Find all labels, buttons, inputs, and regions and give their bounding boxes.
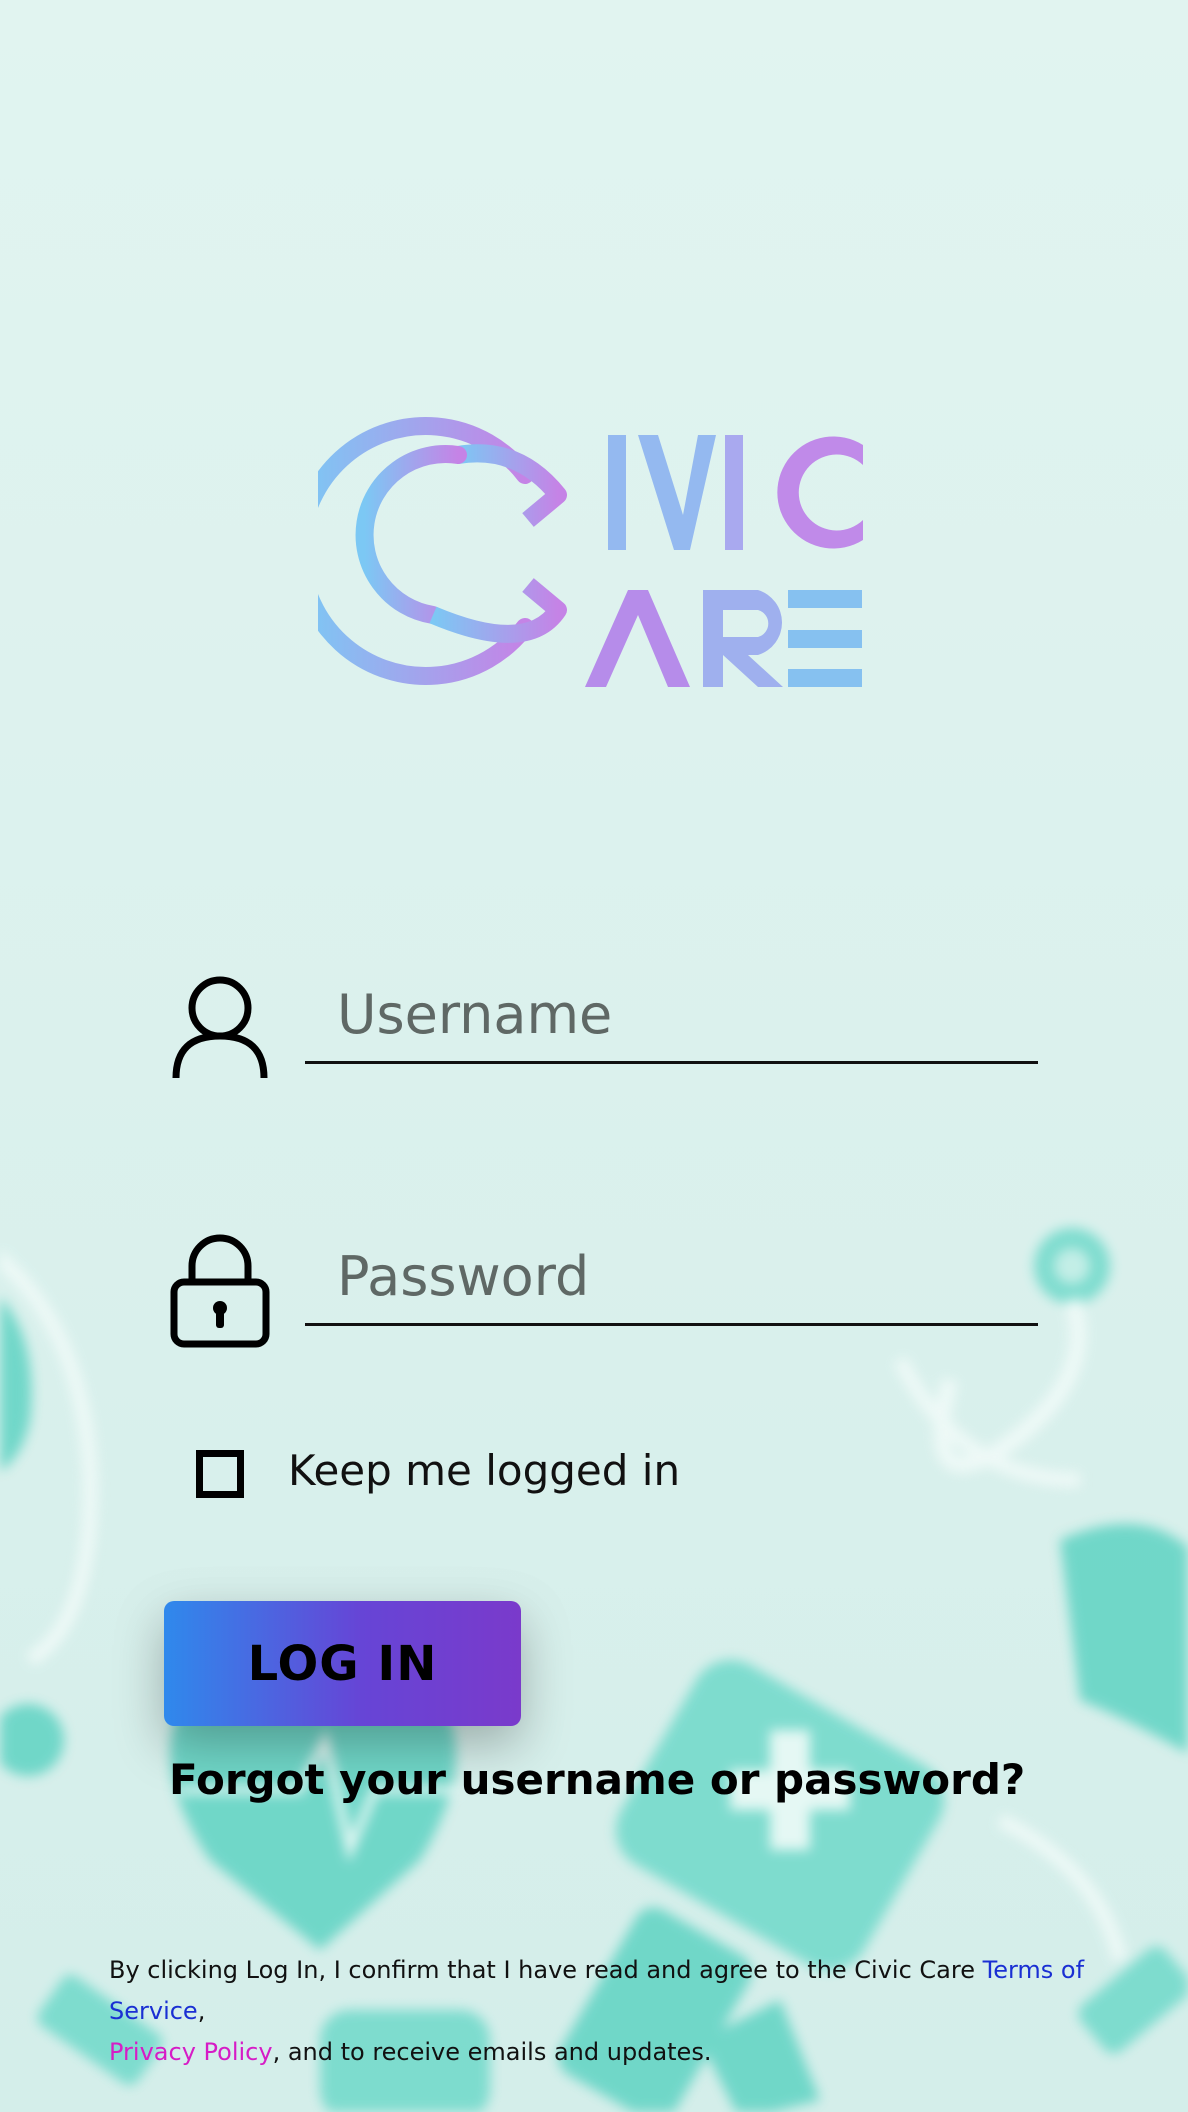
civic-care-logo <box>291 415 870 689</box>
password-input[interactable] <box>305 1230 1038 1326</box>
forgot-credentials-link[interactable]: Forgot your username or password? <box>169 1750 1025 1810</box>
legal-suffix: , and to receive emails and updates. <box>272 2038 712 2066</box>
lock-icon <box>170 1230 270 1348</box>
privacy-policy-link[interactable]: Privacy Policy <box>109 2038 273 2066</box>
login-button[interactable]: LOG IN <box>164 1601 521 1726</box>
user-icon <box>170 972 270 1082</box>
keep-logged-in-checkbox[interactable] <box>196 1450 244 1498</box>
civic-care-logo-graphic <box>291 417 863 687</box>
legal-prefix: By clicking Log In, I confirm that I hav… <box>109 1956 983 1984</box>
keep-logged-in-label[interactable]: Keep me logged in <box>288 1440 680 1502</box>
legal-separator: , <box>197 1997 206 2025</box>
password-row <box>170 1230 1040 1350</box>
username-row <box>170 968 1040 1088</box>
username-input[interactable] <box>305 968 1038 1064</box>
legal-notice: By clicking Log In, I confirm that I hav… <box>109 1950 1109 2073</box>
